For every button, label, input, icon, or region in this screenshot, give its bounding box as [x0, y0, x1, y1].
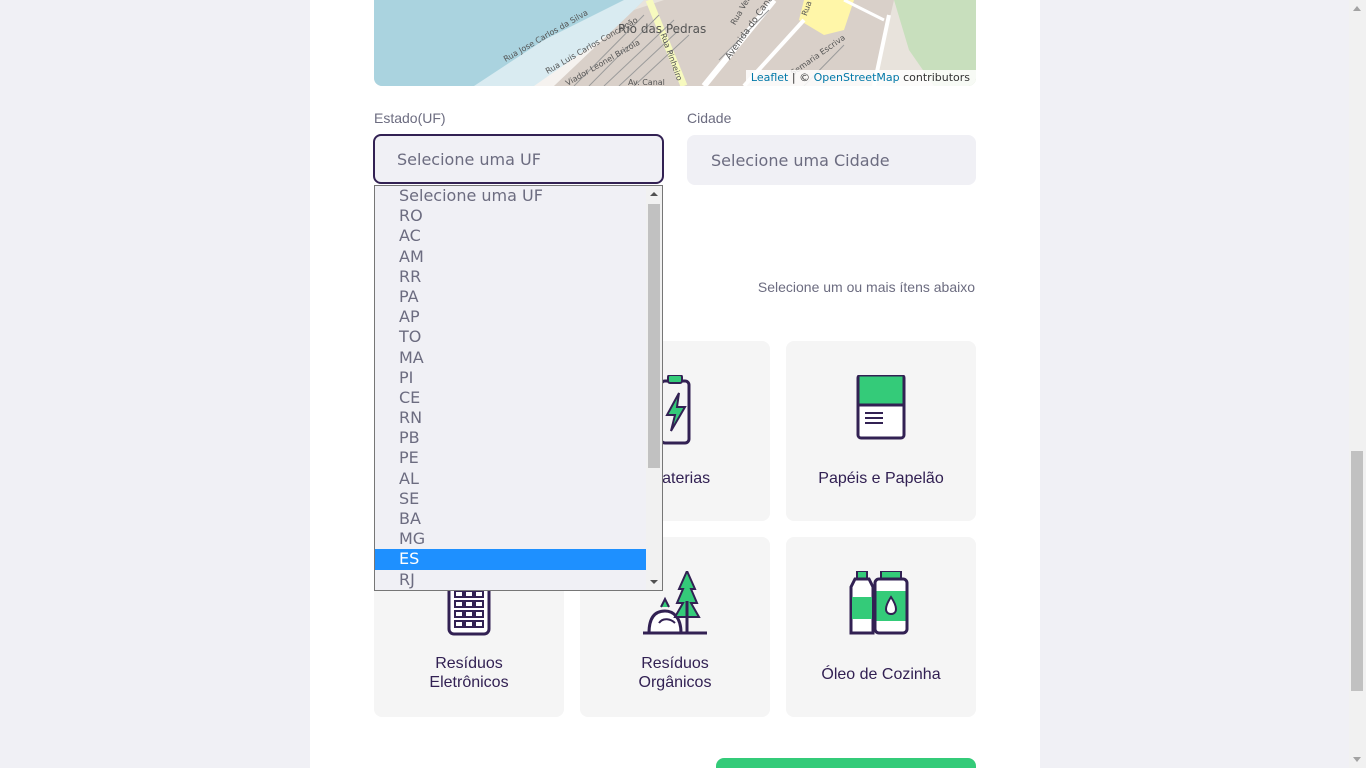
city-label: Cidade: [687, 110, 732, 126]
item-title-line1: Resíduos: [641, 655, 709, 672]
item-title-line2: Eletrônicos: [429, 674, 509, 691]
uf-option[interactable]: Selecione uma UF: [375, 186, 646, 206]
uf-option[interactable]: AL: [375, 469, 646, 489]
uf-options: Selecione uma UF RO AC AM RR PA AP TO MA PI CE RN PB…: [375, 186, 646, 590]
uf-select[interactable]: Selecione uma UF: [373, 134, 664, 184]
city-select[interactable]: Selecione uma Cidade: [687, 135, 976, 185]
uf-option[interactable]: PB: [375, 428, 646, 448]
dropdown-scrollbar[interactable]: [646, 186, 662, 590]
item-oleo-cozinha[interactable]: Óleo de Cozinha: [786, 537, 976, 717]
scroll-down-icon[interactable]: [650, 580, 658, 584]
item-title: Resíduos Eletrônicos: [374, 654, 564, 692]
page-scrollbar[interactable]: [1349, 0, 1366, 768]
scroll-down-icon[interactable]: [1353, 757, 1361, 762]
page-scroll-thumb[interactable]: [1351, 451, 1363, 691]
uf-option[interactable]: BA: [375, 509, 646, 529]
dropdown-scroll-thumb[interactable]: [648, 204, 660, 468]
map-attribution: Leaflet | © OpenStreetMap contributors: [745, 70, 976, 86]
scroll-up-icon[interactable]: [650, 192, 658, 196]
uf-option[interactable]: RN: [375, 408, 646, 428]
items-hint: Selecione um ou mais ítens abaixo: [757, 279, 975, 295]
uf-option[interactable]: AM: [375, 247, 646, 267]
uf-option[interactable]: MA: [375, 348, 646, 368]
attribution-separator: | ©: [788, 71, 814, 84]
scroll-up-icon[interactable]: [1353, 6, 1361, 11]
uf-option[interactable]: CE: [375, 388, 646, 408]
map[interactable]: Rio das Pedras Rua Jose Carlos da Silva …: [374, 0, 976, 86]
city-select-value: Selecione uma Cidade: [711, 150, 890, 170]
uf-option[interactable]: SE: [375, 489, 646, 509]
uf-select-value: Selecione uma UF: [397, 149, 541, 169]
uf-option[interactable]: RJ: [375, 570, 646, 590]
uf-option[interactable]: TO: [375, 327, 646, 347]
uf-option[interactable]: RR: [375, 267, 646, 287]
osm-link[interactable]: OpenStreetMap: [814, 71, 900, 84]
uf-option[interactable]: AP: [375, 307, 646, 327]
leaflet-link[interactable]: Leaflet: [751, 71, 788, 84]
uf-dropdown-list[interactable]: Selecione uma UF RO AC AM RR PA AP TO MA PI CE RN PB…: [374, 185, 663, 591]
item-title-line1: Resíduos: [435, 655, 503, 672]
uf-option[interactable]: RO: [375, 206, 646, 226]
item-title-line2: Orgânicos: [638, 674, 712, 691]
uf-option[interactable]: PA: [375, 287, 646, 307]
item-title: Óleo de Cozinha: [821, 666, 941, 683]
paper-icon: [856, 375, 906, 440]
uf-option[interactable]: PI: [375, 368, 646, 388]
item-title: Resíduos Orgânicos: [580, 654, 770, 692]
map-street-label: Av. Canal: [628, 78, 665, 86]
oil-bottle-icon: [849, 571, 909, 635]
submit-button[interactable]: [716, 758, 976, 768]
item-title: Papéis e Papelão: [818, 470, 944, 487]
uf-option[interactable]: PE: [375, 448, 646, 468]
uf-option[interactable]: MG: [375, 529, 646, 549]
item-papeis-papelao[interactable]: Papéis e Papelão: [786, 341, 976, 521]
uf-label: Estado(UF): [374, 110, 446, 126]
uf-option[interactable]: AC: [375, 226, 646, 246]
uf-option[interactable]: ES: [375, 549, 646, 570]
attribution-suffix: contributors: [899, 71, 970, 84]
